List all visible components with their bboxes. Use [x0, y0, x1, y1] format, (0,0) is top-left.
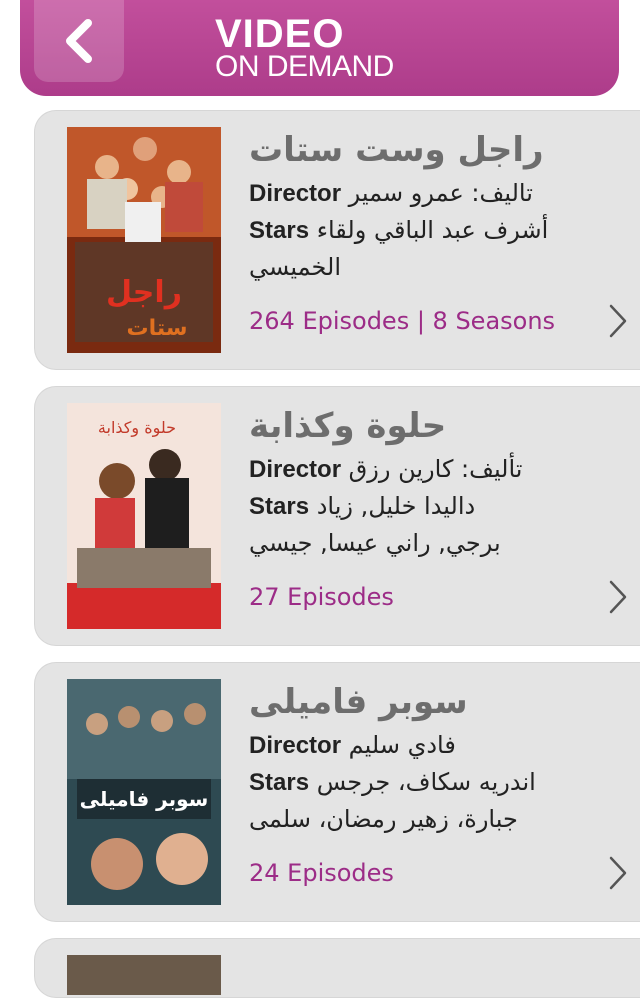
chevron-right-icon[interactable]	[608, 855, 628, 891]
stars-names: داليدا خليل, زياد	[316, 492, 476, 520]
show-title: حلوة وكذابة	[249, 406, 447, 446]
director-label: Director	[249, 180, 342, 207]
stars-row: Stars داليدا خليل, زياد	[249, 488, 589, 525]
svg-text:ستات: ستات	[127, 316, 188, 341]
chevron-right-icon[interactable]	[608, 579, 628, 615]
title-line1: VIDEO	[215, 12, 345, 56]
director-row: Director تاليف: عمرو سمير	[249, 175, 589, 212]
episode-count: 27 Episodes	[249, 583, 394, 611]
stars-label: Stars	[249, 493, 310, 520]
stars-row: Stars اندريه سكاف، جرجس	[249, 764, 589, 801]
show-card[interactable]: حلوة وكذابة حلوة وكذابة Director تأليف: …	[34, 386, 640, 646]
director-label: Director	[249, 732, 342, 759]
show-card[interactable]: راجل ستات راجل وست ستات Director تاليف: …	[34, 110, 640, 370]
stars-label: Stars	[249, 769, 310, 796]
stars-names-cont: برجي, راني عيسا, جيسي	[249, 529, 501, 557]
stars-names-cont: جبارة، زهير رمضان، سلمى	[249, 805, 518, 833]
show-card[interactable]	[34, 938, 640, 998]
chevron-right-icon[interactable]	[608, 303, 628, 339]
stars-names: أشرف عبد الباقي ولقاء	[316, 216, 549, 244]
director-name: تاليف: عمرو سمير	[348, 179, 533, 207]
director-row: Director تأليف: كارين رزق	[249, 451, 589, 488]
director-name: تأليف: كارين رزق	[348, 455, 523, 483]
show-title: راجل وست ستات	[249, 130, 544, 170]
episode-count: 264 Episodes | 8 Seasons	[249, 307, 556, 335]
chevron-left-icon	[66, 19, 92, 63]
stars-names: اندريه سكاف، جرجس	[316, 768, 536, 796]
show-poster: حلوة وكذابة	[67, 403, 221, 629]
svg-text:حلوة وكذابة: حلوة وكذابة	[98, 418, 176, 438]
show-poster: سوبر فاميلى	[67, 679, 221, 905]
stars-names-cont: الخميسي	[249, 253, 342, 281]
director-row: Director فادي سليم	[249, 727, 589, 764]
show-title: سوبر فاميلى	[249, 682, 468, 722]
header-bar: VIDEO ON DEMAND	[20, 0, 619, 96]
stars-label: Stars	[249, 217, 310, 244]
director-label: Director	[249, 456, 342, 483]
back-button[interactable]	[34, 0, 124, 82]
page-title: VIDEO ON DEMAND	[215, 14, 394, 82]
show-poster: راجل ستات	[67, 127, 221, 353]
episode-count: 24 Episodes	[249, 859, 394, 887]
svg-text:سوبر فاميلى: سوبر فاميلى	[80, 787, 209, 811]
show-card[interactable]: سوبر فاميلى سوبر فاميلى Director فادي سل…	[34, 662, 640, 922]
title-line2: ON DEMAND	[215, 50, 394, 83]
director-name: فادي سليم	[348, 731, 456, 759]
show-poster	[67, 955, 221, 995]
svg-text:راجل: راجل	[106, 275, 182, 310]
stars-row: Stars أشرف عبد الباقي ولقاء	[249, 212, 589, 249]
